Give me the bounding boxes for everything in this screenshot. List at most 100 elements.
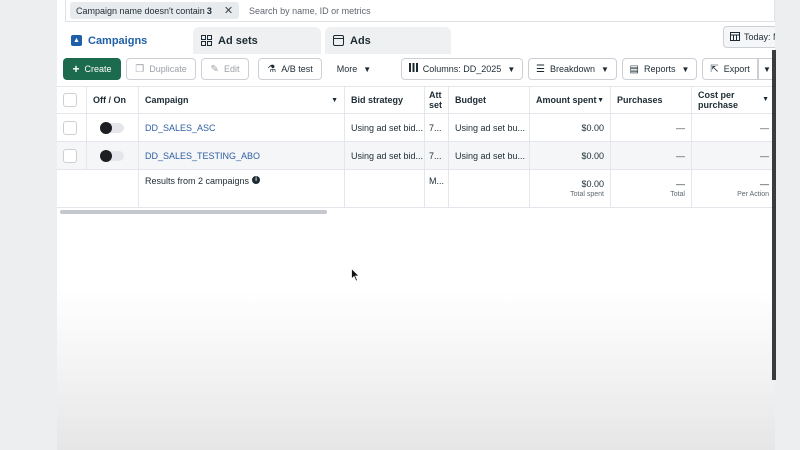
summary-empty-cell (87, 170, 139, 207)
header-budget[interactable]: Budget (449, 87, 530, 113)
bid-strategy-cell: Using ad set bid... (345, 142, 425, 169)
flask-icon: ⚗ (267, 63, 277, 75)
filter-chip[interactable]: Campaign name doesn't contain 3 ✕ (70, 2, 240, 19)
summary-label-cell: Results from 2 campaigns i (139, 170, 345, 207)
campaign-toggle[interactable] (99, 121, 124, 134)
summary-purchases-sub: Total (670, 191, 685, 198)
sort-caret-icon[interactable]: ▼ (597, 97, 604, 104)
purchases-cell: — (611, 114, 692, 141)
ab-test-button[interactable]: ⚗ A/B test (258, 58, 322, 80)
table-row[interactable]: DD_SALES_TESTING_ABO Using ad set bid...… (57, 142, 775, 170)
amount-spent-cell: $0.00 (530, 114, 611, 141)
campaign-name-link[interactable]: DD_SALES_ASC (139, 114, 345, 141)
caret-down-icon: ▼ (363, 64, 372, 74)
tab-campaigns-label: Campaigns (88, 34, 148, 47)
header-cost-per-purchase-label: Cost per purchase (698, 90, 739, 110)
toggle-cell (87, 114, 139, 141)
summary-amount-spent-sub: Total spent (570, 191, 604, 198)
budget-cell: Using ad set bu... (449, 142, 530, 169)
campaign-name-link[interactable]: DD_SALES_TESTING_ABO (139, 142, 345, 169)
level-tabs: ▲ Campaigns Ad sets Ads (63, 27, 455, 54)
row-checkbox-cell (57, 142, 87, 169)
cost-per-purchase-cell: — (760, 150, 769, 161)
summary-amount-spent-cell: $0.00 Total spent (530, 170, 611, 207)
row-checkbox[interactable] (63, 120, 77, 135)
pencil-icon: ✎ (210, 63, 219, 75)
summary-cost-per-purchase: — (760, 179, 769, 189)
select-all-checkbox[interactable] (63, 93, 77, 107)
campaigns-icon: ▲ (71, 35, 82, 46)
amount-spent-cell: $0.00 (530, 142, 611, 169)
create-label: Create (84, 64, 112, 74)
breakdown-button[interactable]: ☰ Breakdown ▼ (528, 58, 617, 80)
caret-down-icon: ▼ (681, 64, 690, 74)
header-attribution-label: Att set (429, 90, 443, 110)
summary-purchases-cell: — Total (611, 170, 692, 207)
header-purchases[interactable]: Purchases (611, 87, 692, 113)
header-bid-strategy[interactable]: Bid strategy (345, 87, 425, 113)
close-icon[interactable]: ✕ (224, 4, 233, 17)
summary-attribution-cell: M... (425, 170, 449, 207)
ads-icon (333, 35, 344, 46)
header-amount-spent[interactable]: Amount spent ▼ (530, 87, 611, 113)
summary-cost-per-purchase-cell: — Per Action (692, 170, 775, 207)
attribution-cell: 7... (425, 114, 449, 141)
sort-caret-icon[interactable]: ▼ (762, 95, 769, 105)
table-header-row: Off / On Campaign ▼ Bid strategy Att set… (57, 86, 775, 114)
reports-button[interactable]: ▤ Reports ▼ (622, 58, 697, 80)
summary-row: Results from 2 campaigns i M... $0.00 To… (57, 170, 775, 208)
caret-down-icon: ▼ (601, 64, 609, 74)
tab-ads[interactable]: Ads (325, 27, 451, 54)
row-checkbox[interactable] (63, 148, 77, 163)
bid-strategy-cell: Using ad set bid... (345, 114, 425, 141)
summary-empty-cell (449, 170, 530, 207)
create-button[interactable]: + Create (63, 58, 121, 80)
toggle-cell (87, 142, 139, 169)
header-off-on[interactable]: Off / On (87, 87, 139, 113)
filter-chip-label: Campaign name doesn't contain (76, 5, 205, 16)
header-budget-label: Budget (455, 95, 486, 105)
table-row[interactable]: DD_SALES_ASC Using ad set bid... 7... Us… (57, 114, 775, 142)
sort-caret-icon[interactable]: ▼ (331, 97, 338, 104)
tab-ad-sets[interactable]: Ad sets (193, 27, 321, 54)
header-off-on-label: Off / On (93, 95, 126, 105)
summary-empty-cell (345, 170, 425, 207)
tab-ad-sets-label: Ad sets (218, 34, 258, 47)
adsets-grid-icon (201, 35, 212, 46)
horizontal-scrollbar[interactable] (60, 210, 327, 214)
header-cost-per-purchase[interactable]: Cost per purchase ▼ (692, 87, 775, 113)
export-button[interactable]: ⇱ Export (702, 58, 758, 80)
edit-label: Edit (223, 64, 240, 74)
attribution-cell: 7... (425, 142, 449, 169)
reports-label: Reports (644, 64, 676, 74)
header-purchases-label: Purchases (617, 95, 663, 105)
date-range-button[interactable]: Today: M (723, 26, 775, 48)
export-icon: ⇱ (710, 63, 719, 75)
columns-icon (408, 63, 418, 75)
columns-button[interactable]: Columns: DD_2025 ▼ (401, 58, 523, 80)
info-icon[interactable]: i (252, 176, 261, 184)
caret-down-icon: ▼ (763, 64, 771, 74)
summary-amount-spent: $0.00 (581, 179, 604, 189)
breakdown-icon: ☰ (536, 63, 545, 75)
filter-chip-value: 3 (206, 5, 212, 16)
mouse-cursor-icon (351, 267, 360, 284)
budget-cell: Using ad set bu... (449, 114, 530, 141)
date-range-label: Today: M (744, 32, 775, 42)
reports-icon: ▤ (629, 63, 639, 75)
header-checkbox-cell (57, 87, 87, 113)
header-campaign[interactable]: Campaign ▼ (139, 87, 345, 113)
edit-button[interactable]: ✎ Edit (201, 58, 249, 80)
campaign-toggle[interactable] (99, 149, 124, 162)
tab-ads-label: Ads (350, 34, 371, 47)
header-bid-strategy-label: Bid strategy (351, 95, 404, 105)
tab-campaigns[interactable]: ▲ Campaigns (63, 27, 189, 54)
more-button[interactable]: More ▼ (329, 58, 379, 80)
duplicate-button[interactable]: ❐ Duplicate (126, 58, 196, 80)
search-input[interactable] (249, 5, 550, 16)
header-attribution[interactable]: Att set (425, 87, 449, 113)
header-campaign-label: Campaign (145, 95, 189, 105)
columns-label: Columns: DD_2025 (422, 64, 502, 74)
ab-test-label: A/B test (281, 64, 313, 74)
ads-manager-page: Campaign name doesn't contain 3 ✕ ▲ Camp… (57, 0, 775, 450)
